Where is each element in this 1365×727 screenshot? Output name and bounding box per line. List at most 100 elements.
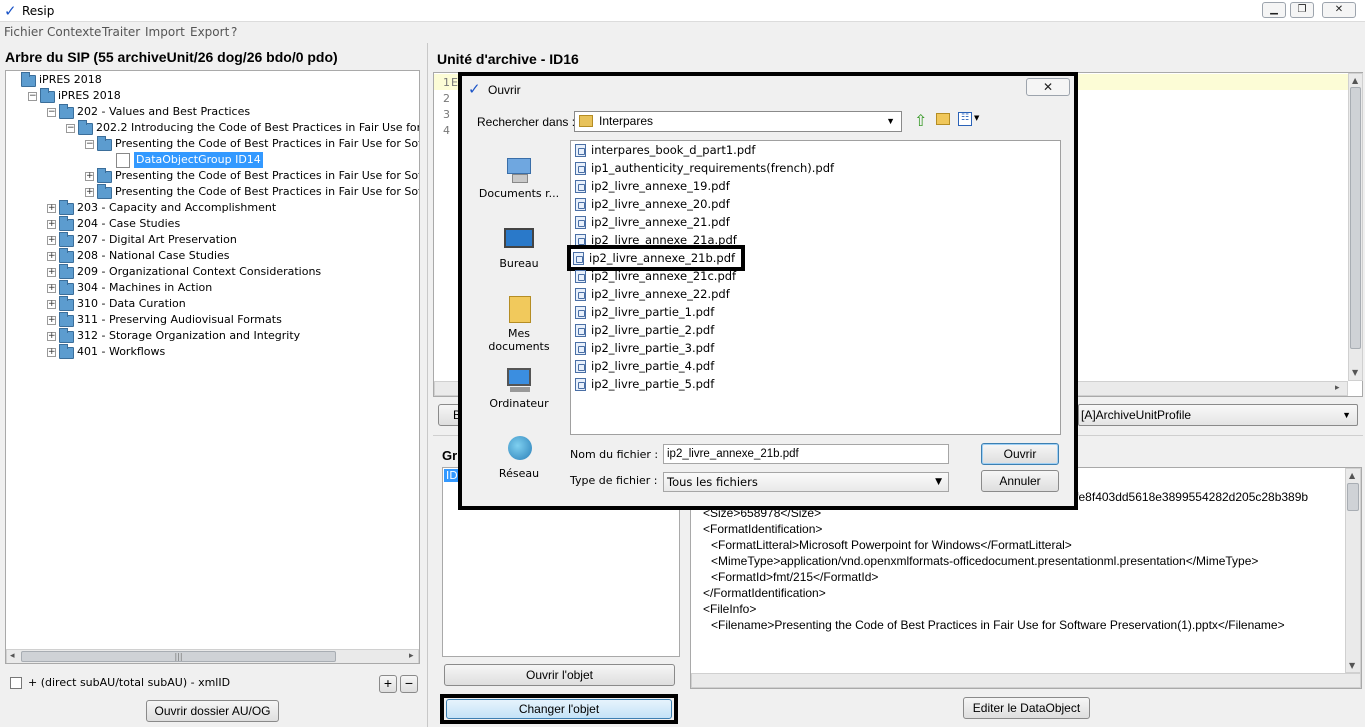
folder-icon	[579, 115, 593, 127]
title-bar: ✓ Resip ▁ ❐ ✕	[0, 0, 1365, 22]
open-object-button[interactable]: Ouvrir l'objet	[444, 664, 675, 686]
file-item[interactable]: ip2_livre_partie_5.pdf	[575, 375, 714, 393]
file-item[interactable]: ip1_authenticity_requirements(french).pd…	[575, 159, 834, 177]
file-item[interactable]: ip2_livre_annexe_20.pdf	[575, 195, 730, 213]
tree-node[interactable]: 311 - Preserving Audiovisual Formats	[77, 312, 282, 328]
look-in-select[interactable]: Interpares ▼	[574, 111, 902, 132]
file-item[interactable]: ip2_livre_annexe_22.pdf	[575, 285, 730, 303]
file-item[interactable]: ip2_livre_partie_2.pdf	[575, 321, 714, 339]
file-item[interactable]: ip2_livre_annexe_19.pdf	[575, 177, 730, 195]
place-computer[interactable]: Ordinateur	[476, 366, 562, 410]
xmlid-checkbox[interactable]	[10, 677, 22, 689]
expand-node-icon[interactable]: +	[47, 268, 56, 277]
menu-fichier[interactable]: Fichier	[4, 25, 43, 39]
dialog-close-button[interactable]: ✕	[1026, 78, 1070, 96]
file-item[interactable]: ip2_livre_partie_3.pdf	[575, 339, 714, 357]
filetype-select[interactable]: Tous les fichiers ▼	[663, 472, 949, 492]
minimize-button[interactable]: ▁	[1262, 2, 1286, 18]
file-item[interactable]: ip2_livre_partie_4.pdf	[575, 357, 714, 375]
xml-line: <FormatIdentification>	[703, 522, 823, 536]
place-network[interactable]: Réseau	[476, 436, 562, 480]
collapse-node-icon[interactable]: −	[47, 108, 56, 117]
place-recent[interactable]: Documents r...	[476, 156, 562, 200]
menu-help[interactable]: ?	[231, 25, 237, 39]
xml-line: <Filename>Presenting the Code of Best Pr…	[711, 618, 1285, 632]
expand-node-icon[interactable]: +	[85, 188, 94, 197]
file-item[interactable]: ip2_livre_annexe_21a.pdf	[575, 231, 737, 249]
expand-node-icon[interactable]: +	[47, 204, 56, 213]
view-menu-icon[interactable]: ☷	[958, 112, 972, 126]
up-folder-icon[interactable]: ⇧	[914, 111, 927, 130]
editor-vertical-scrollbar[interactable]: ▲ ▼	[1348, 73, 1363, 381]
edit-dataobject-button[interactable]: Editer le DataObject	[963, 697, 1090, 719]
tree-node[interactable]: 203 - Capacity and Accomplishment	[77, 200, 276, 216]
tree-node[interactable]: 304 - Machines in Action	[77, 280, 212, 296]
menu-traiter[interactable]: Traiter	[102, 25, 140, 39]
file-name: ip2_livre_partie_1.pdf	[591, 305, 715, 319]
folder-icon	[59, 264, 74, 279]
place-my-documents-label: Mes documents	[488, 327, 550, 353]
tree-node-selected[interactable]: DataObjectGroup ID14	[134, 152, 263, 168]
dialog-cancel-button[interactable]: Annuler	[981, 470, 1059, 492]
file-item-selected[interactable]: ip2_livre_annexe_21b.pdf	[566, 245, 746, 271]
folder-icon	[59, 328, 74, 343]
file-item[interactable]: ip2_livre_annexe_21.pdf	[575, 213, 730, 231]
collapse-node-icon[interactable]: −	[66, 124, 75, 133]
expand-all-button[interactable]: +	[379, 675, 397, 693]
look-in-label: Rechercher dans :	[477, 115, 576, 129]
change-object-button[interactable]: Changer l'objet	[446, 699, 672, 719]
close-button[interactable]: ✕	[1322, 2, 1356, 18]
tree-node[interactable]: iPRES 2018	[39, 72, 102, 88]
tree-node[interactable]: Presenting the Code of Best Practices in…	[115, 168, 419, 184]
tree-node[interactable]: 207 - Digital Art Preservation	[77, 232, 237, 248]
tree-node[interactable]: iPRES 2018	[58, 88, 121, 104]
new-folder-icon[interactable]	[936, 113, 950, 125]
menu-contexte[interactable]: Contexte	[47, 25, 101, 39]
collapse-node-icon[interactable]: −	[28, 92, 37, 101]
tree-horizontal-scrollbar[interactable]: ||| ◂ ▸	[6, 649, 419, 663]
tree-node[interactable]: 204 - Case Studies	[77, 216, 180, 232]
pdf-file-icon	[573, 252, 584, 265]
collapse-all-button[interactable]: −	[400, 675, 418, 693]
restore-button[interactable]: ❐	[1290, 2, 1314, 18]
place-desktop[interactable]: Bureau	[476, 226, 562, 270]
tree-node[interactable]: Presenting the Code of Best Practices in…	[115, 136, 419, 152]
collapse-node-icon[interactable]: −	[85, 140, 94, 149]
expand-node-icon[interactable]: +	[47, 220, 56, 229]
dialog-open-button[interactable]: Ouvrir	[981, 443, 1059, 465]
file-name: ip1_authenticity_requirements(french).pd…	[591, 161, 835, 175]
tree-node[interactable]: 208 - National Case Studies	[77, 248, 230, 264]
expand-node-icon[interactable]: +	[47, 284, 56, 293]
tree-node[interactable]: 202.2 Introducing the Code of Best Pract…	[96, 120, 419, 136]
expand-node-icon[interactable]: +	[47, 332, 56, 341]
tree-node[interactable]: 209 - Organizational Context Considerati…	[77, 264, 321, 280]
sip-tree[interactable]: iPRES 2018− iPRES 2018−202 - Values and B…	[5, 70, 420, 664]
expand-node-icon[interactable]: +	[47, 316, 56, 325]
xml-horizontal-scrollbar[interactable]	[691, 673, 1361, 688]
expand-node-icon[interactable]: +	[85, 172, 94, 181]
menu-export[interactable]: Export	[190, 25, 229, 39]
open-folder-button[interactable]: Ouvrir dossier AU/OG	[146, 700, 279, 722]
menu-import[interactable]: Import	[145, 25, 185, 39]
folder-icon	[97, 184, 112, 199]
tree-node[interactable]: 312 - Storage Organization and Integrity	[77, 328, 300, 344]
place-my-documents[interactable]: Mes documents	[476, 296, 562, 353]
xml-vertical-scrollbar[interactable]: ▲ ▼	[1345, 468, 1361, 673]
tree-node[interactable]: 401 - Workflows	[77, 344, 165, 360]
checkmark-icon: ✓	[468, 80, 481, 98]
tree-node[interactable]: 310 - Data Curation	[77, 296, 186, 312]
expand-node-icon[interactable]: +	[47, 348, 56, 357]
expand-node-icon[interactable]: +	[47, 300, 56, 309]
profile-select[interactable]: [A]ArchiveUnitProfile ▼	[1078, 404, 1358, 426]
xml-line: <MimeType>application/vnd.openxmlformats…	[711, 554, 1259, 568]
file-item[interactable]: ip2_livre_annexe_21c.pdf	[575, 267, 736, 285]
tree-node[interactable]: 202 - Values and Best Practices	[77, 104, 250, 120]
filename-input[interactable]	[663, 444, 949, 464]
file-item[interactable]: interpares_book_d_part1.pdf	[575, 141, 755, 159]
tree-node[interactable]: Presenting the Code of Best Practices in…	[115, 184, 419, 200]
file-item[interactable]: ip2_livre_partie_1.pdf	[575, 303, 714, 321]
file-list[interactable]: interpares_book_d_part1.pdf ip1_authentic…	[566, 140, 1061, 435]
expand-node-icon[interactable]: +	[47, 252, 56, 261]
expand-node-icon[interactable]: +	[47, 236, 56, 245]
pdf-file-icon	[575, 216, 586, 229]
